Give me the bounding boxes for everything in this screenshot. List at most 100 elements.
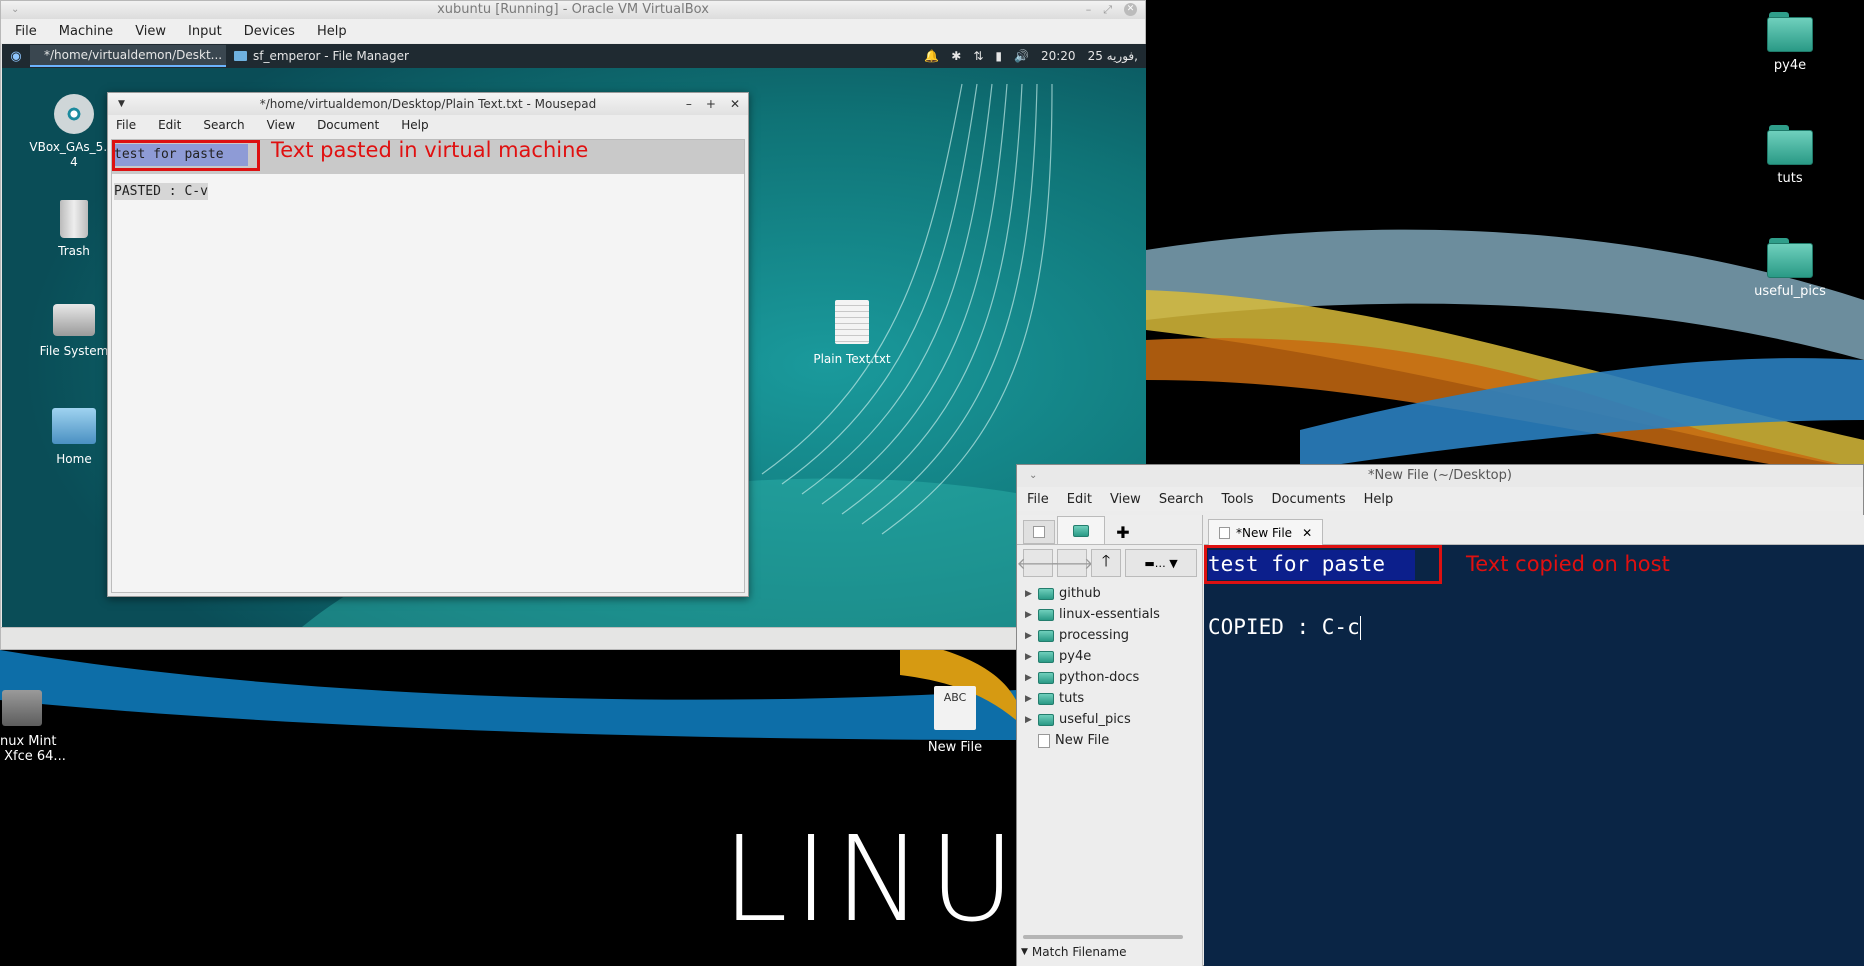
folder-icon <box>1767 12 1813 52</box>
virtualbox-statusbar <box>1 627 1147 649</box>
folder-label: py4e <box>1773 58 1807 73</box>
gedit-side-panel: ✚ 🡐 🡒 🡑 ▬… ▼ ▶ github ▶ linux-essentials ▶… <box>1017 515 1203 966</box>
match-filename-expander[interactable]: ▼ Match Filename <box>1021 945 1126 959</box>
documents-tab-icon[interactable] <box>1023 520 1055 544</box>
window-menu-icon[interactable]: ▼ <box>118 93 125 115</box>
tree-item-tuts[interactable]: ▶ tuts <box>1017 688 1202 709</box>
network-icon[interactable]: ⇅ <box>973 49 983 63</box>
close-icon[interactable]: ✕ <box>730 93 740 115</box>
file-browser-tab-icon[interactable] <box>1057 516 1105 544</box>
menu-edit[interactable]: Edit <box>1067 492 1092 507</box>
tree-item-new-file[interactable]: New File <box>1017 730 1202 751</box>
close-icon[interactable]: ✕ <box>1124 3 1137 16</box>
notification-bell-icon[interactable]: 🔔 <box>924 49 939 63</box>
back-arrow-icon[interactable]: 🡐 <box>1017 549 1059 577</box>
disc-image-icon <box>2 690 42 726</box>
menu-file[interactable]: File <box>15 24 37 39</box>
minimize-icon[interactable]: – <box>686 93 692 115</box>
tab-new-file[interactable]: *New File ✕ <box>1208 519 1324 545</box>
folder-label: tuts <box>1777 171 1803 186</box>
menu-search[interactable]: Search <box>1159 492 1204 507</box>
menu-view[interactable]: View <box>267 118 295 132</box>
tree-item-python-docs[interactable]: ▶ python-docs <box>1017 667 1202 688</box>
tree-label: processing <box>1059 628 1130 643</box>
location-dropdown[interactable]: ▬… ▼ <box>1125 549 1197 577</box>
tree-item-py4e[interactable]: ▶ py4e <box>1017 646 1202 667</box>
menu-devices[interactable]: Devices <box>244 24 295 39</box>
menu-document[interactable]: Document <box>317 118 379 132</box>
add-tab-icon[interactable]: ✚ <box>1107 520 1139 544</box>
trash-icon <box>60 200 88 238</box>
icon-label: New File <box>927 740 983 755</box>
file-tree: ▶ github ▶ linux-essentials ▶ processing ▶ p… <box>1017 581 1202 751</box>
menu-documents[interactable]: Documents <box>1272 492 1346 507</box>
side-scrollbar[interactable] <box>1023 935 1183 939</box>
whisker-menu-icon[interactable]: ◉ <box>2 49 30 64</box>
desktop-icon-new-file[interactable]: ABC New File <box>920 686 990 755</box>
tree-label: github <box>1059 586 1101 601</box>
text-line-2: COPIED : C-c <box>1208 615 1361 640</box>
menu-help[interactable]: Help <box>401 118 428 132</box>
folder-icon <box>1038 629 1054 642</box>
menu-help[interactable]: Help <box>317 24 347 39</box>
gedit-titlebar[interactable]: ⌄ *New File (~/Desktop) <box>1017 465 1863 487</box>
bluetooth-icon[interactable]: ✱ <box>951 49 961 63</box>
menu-file[interactable]: File <box>1027 492 1049 507</box>
tree-item-github[interactable]: ▶ github <box>1017 583 1202 604</box>
highlight-box <box>112 140 260 171</box>
mousepad-window: ▼ */home/virtualdemon/Desktop/Plain Text… <box>107 92 749 597</box>
copied-shortcut-text: COPIED : C-c <box>1208 615 1360 639</box>
tree-label: New File <box>1055 733 1110 748</box>
menu-help[interactable]: Help <box>1364 492 1394 507</box>
gedit-menubar: File Edit View Search Tools Documents He… <box>1017 487 1863 511</box>
tab-label: *New File <box>1236 525 1293 540</box>
text-file-icon <box>1038 733 1050 748</box>
minimize-icon[interactable]: – <box>1086 1 1092 19</box>
window-menu-icon[interactable]: ⌄ <box>11 1 19 19</box>
window-title: xubuntu [Running] - Oracle VM VirtualBox <box>437 2 709 17</box>
guest-screen[interactable]: ◉ */home/virtualdemon/Deskt... sf_empero… <box>2 44 1146 627</box>
text-file-icon <box>1219 526 1230 539</box>
desktop-icon-linux-mint-iso[interactable]: nux Mint Xfce 64... <box>0 690 80 764</box>
date[interactable]: 25 فوریه, <box>1088 49 1138 63</box>
desktop-folder-py4e[interactable]: py4e <box>1735 12 1845 73</box>
close-tab-icon[interactable]: ✕ <box>1302 526 1312 540</box>
tree-label: python-docs <box>1059 670 1140 685</box>
menu-input[interactable]: Input <box>188 24 222 39</box>
battery-icon[interactable]: ▮ <box>995 49 1002 63</box>
menu-view[interactable]: View <box>1110 492 1141 507</box>
folder-icon <box>1038 713 1054 726</box>
cd-icon <box>54 94 94 134</box>
mousepad-titlebar[interactable]: ▼ */home/virtualdemon/Desktop/Plain Text… <box>108 93 748 115</box>
window-title: *New File (~/Desktop) <box>1368 468 1512 483</box>
maximize-icon[interactable]: ⤢ <box>1103 1 1112 19</box>
up-arrow-icon[interactable]: 🡑 <box>1091 549 1121 577</box>
desktop-folder-tuts[interactable]: tuts <box>1735 125 1845 186</box>
forward-arrow-icon[interactable]: 🡒 <box>1051 549 1093 577</box>
menu-edit[interactable]: Edit <box>158 118 181 132</box>
tree-item-linux-essentials[interactable]: ▶ linux-essentials <box>1017 604 1202 625</box>
folder-icon <box>1038 671 1054 684</box>
pasted-shortcut-text: PASTED : C-v <box>114 184 208 199</box>
menu-view[interactable]: View <box>135 24 166 39</box>
menu-machine[interactable]: Machine <box>59 24 113 39</box>
mousepad-text-area[interactable]: test for paste PASTED : C-v <box>111 139 745 593</box>
taskbar-item-file-manager[interactable]: sf_emperor - File Manager <box>226 45 422 67</box>
desktop-folder-useful-pics[interactable]: useful_pics <box>1735 238 1845 299</box>
volume-icon[interactable]: 🔊 <box>1014 49 1029 63</box>
taskbar-item-mousepad[interactable]: */home/virtualdemon/Deskt... <box>30 45 226 67</box>
virtualbox-titlebar[interactable]: ⌄ xubuntu [Running] - Oracle VM VirtualB… <box>1 1 1145 19</box>
clock[interactable]: 20:20 <box>1041 49 1076 63</box>
menu-file[interactable]: File <box>116 118 136 132</box>
folder-icon <box>1038 650 1054 663</box>
gedit-text-area[interactable]: test for paste COPIED : C-c Text copied … <box>1204 545 1864 966</box>
text-file-icon <box>835 300 869 344</box>
menu-tools[interactable]: Tools <box>1221 492 1253 507</box>
task-label: sf_emperor - File Manager <box>253 49 409 63</box>
tree-item-processing[interactable]: ▶ processing <box>1017 625 1202 646</box>
maximize-icon[interactable]: + <box>706 93 716 115</box>
menu-search[interactable]: Search <box>203 118 244 132</box>
window-menu-icon[interactable]: ⌄ <box>1029 465 1037 487</box>
desktop-icon-plain-text[interactable]: Plain Text.txt <box>802 300 902 366</box>
tree-item-useful-pics[interactable]: ▶ useful_pics <box>1017 709 1202 730</box>
